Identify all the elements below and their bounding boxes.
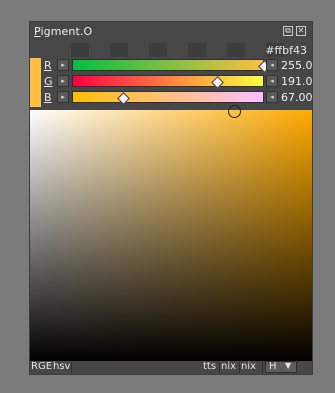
green-label: G <box>44 75 53 88</box>
tab-mix-1[interactable]: nix <box>221 361 236 372</box>
tab-hsv[interactable]: hsv <box>53 361 70 372</box>
green-value[interactable]: 191.00 <box>281 75 312 88</box>
tab-mix-2[interactable]: nix <box>241 361 256 372</box>
selector-dropdown[interactable]: H ▼ <box>265 361 297 373</box>
red-label: R <box>44 59 52 72</box>
float-icon[interactable]: ⧉ <box>283 26 293 36</box>
blue-slider-row: B ▸ ◂ 67.00 <box>41 90 312 106</box>
step-left-icon[interactable]: ◂ <box>266 59 278 71</box>
color-picker-square[interactable] <box>30 110 312 361</box>
red-slider-row: R ▸ ◂ 255.00 <box>41 58 312 74</box>
selector-tabs: RGE hsv tts nix nix H ▼ <box>30 361 312 374</box>
step-left-icon[interactable]: ◂ <box>266 75 278 87</box>
close-icon[interactable]: ✕ <box>296 26 306 36</box>
green-slider[interactable] <box>72 75 264 89</box>
history-swatch[interactable] <box>227 43 245 57</box>
history-swatch[interactable] <box>110 43 128 57</box>
play-icon[interactable]: ▸ <box>57 59 69 71</box>
step-left-icon[interactable]: ◂ <box>266 91 278 103</box>
current-color-indicator <box>30 58 41 107</box>
panel-title: Pigment.O <box>34 25 93 38</box>
blue-label: B <box>44 91 52 104</box>
green-slider-handle[interactable] <box>211 76 224 89</box>
blue-slider-handle[interactable] <box>117 92 130 105</box>
history-swatch[interactable] <box>188 43 206 57</box>
blue-value[interactable]: 67.00 <box>281 91 312 104</box>
history-swatch[interactable] <box>149 43 167 57</box>
play-icon[interactable]: ▸ <box>57 75 69 87</box>
title-bar[interactable]: Pigment.O ⧉ ✕ <box>30 22 312 41</box>
chevron-down-icon: ▼ <box>285 361 292 370</box>
red-value[interactable]: 255.00 <box>281 59 312 72</box>
hex-value[interactable]: #ffbf43 <box>265 44 307 57</box>
tab-tts[interactable]: tts <box>203 361 216 372</box>
history-swatch[interactable] <box>71 43 89 57</box>
tab-rgb[interactable]: RGE <box>31 361 52 372</box>
red-slider[interactable] <box>72 59 271 73</box>
pigment-panel: Pigment.O ⧉ ✕ #ffbf43 R ▸ ◂ 255.00 G ▸ ◂… <box>30 22 312 374</box>
picker-cursor[interactable] <box>228 105 241 118</box>
green-slider-row: G ▸ ◂ 191.00 <box>41 74 312 90</box>
blue-slider[interactable] <box>72 91 264 105</box>
play-icon[interactable]: ▸ <box>57 91 69 103</box>
